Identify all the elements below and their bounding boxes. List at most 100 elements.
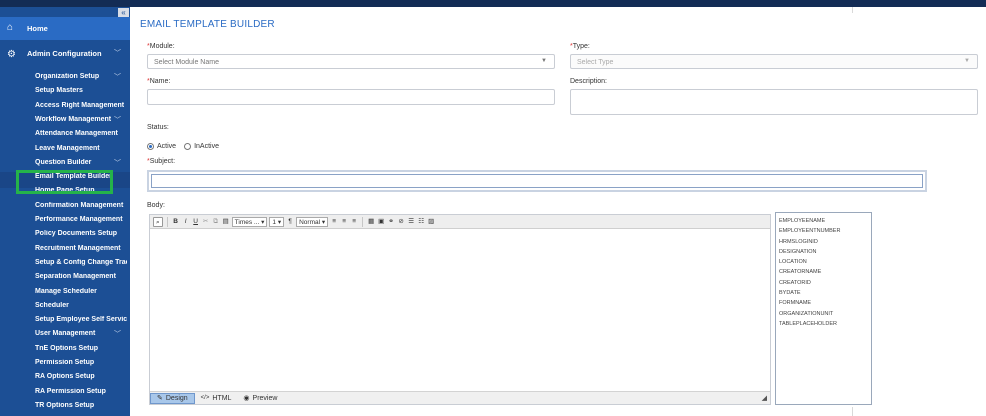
sidebar-subitem[interactable]: Separation Management xyxy=(35,273,127,280)
chevron-down-icon: ﹀ xyxy=(114,50,121,57)
chevron-down-icon: ﹀ xyxy=(114,116,121,124)
source-icon[interactable]: ⌕ xyxy=(153,216,163,227)
editor-mode-bar: ✎ Design </> HTML ◉ Preview ◢ xyxy=(150,391,770,404)
image-icon[interactable]: ▣ xyxy=(377,217,385,227)
align-left-icon[interactable]: ≡ xyxy=(330,217,338,227)
format-dropdown[interactable]: Normal ▾ xyxy=(296,216,329,227)
top-bar xyxy=(0,0,986,7)
eye-icon: ◉ xyxy=(243,395,250,402)
placeholder-item[interactable]: CREATORID xyxy=(779,278,868,288)
sidebar-item-home[interactable]: ⌂ Home xyxy=(0,17,130,40)
link-icon[interactable]: ⚭ xyxy=(387,217,395,227)
placeholder-item[interactable]: FORMNAME xyxy=(779,298,868,308)
picture-icon[interactable]: ▨ xyxy=(427,217,435,227)
toolbar-separator xyxy=(362,216,364,227)
placeholder-item[interactable]: EMPLOYEENTNUMBER xyxy=(779,226,868,236)
paste-icon[interactable]: ▤ xyxy=(222,217,230,227)
type-select[interactable]: Select Type ▼ xyxy=(570,54,978,69)
table-icon[interactable]: ▦ xyxy=(367,217,375,227)
italic-button[interactable]: I xyxy=(182,217,190,227)
status-radio-group: Active InActive xyxy=(147,143,219,150)
module-select[interactable]: Select Module Name ▼ xyxy=(147,54,555,69)
status-label: Status: xyxy=(147,124,169,131)
sidebar-subitem[interactable]: Attendance Management xyxy=(35,130,127,137)
description-textarea[interactable] xyxy=(570,89,978,115)
name-input[interactable] xyxy=(147,89,555,105)
gear-icon: ⚙ xyxy=(7,49,16,60)
subject-input-inner xyxy=(151,174,923,188)
status-active-label: Active xyxy=(157,143,177,150)
subject-label: *Subject: xyxy=(147,158,176,165)
subject-input[interactable] xyxy=(147,170,927,192)
sidebar-subitem[interactable]: Setup Employee Self Service xyxy=(35,316,127,323)
preview-mode-button[interactable]: ◉ Preview xyxy=(237,393,283,404)
resize-handle-icon[interactable]: ◢ xyxy=(762,394,767,402)
status-inactive-radio[interactable] xyxy=(184,143,192,150)
description-label: Description: xyxy=(570,78,607,85)
sidebar-subitem[interactable]: TnE Options Setup xyxy=(35,345,127,352)
name-label: *Name: xyxy=(147,78,171,85)
type-select-value: Select Type xyxy=(577,59,614,66)
sidebar-subitem[interactable]: Access Right Management xyxy=(35,102,127,109)
collapse-sidebar-button[interactable]: « xyxy=(118,8,129,17)
placeholder-item[interactable]: CREATORNAME xyxy=(779,267,868,277)
sidebar-subitem[interactable]: Manage Scheduler xyxy=(35,288,127,295)
html-mode-button[interactable]: </> HTML xyxy=(195,393,238,404)
code-icon: </> xyxy=(200,395,210,401)
sidebar-subitem[interactable]: Scheduler xyxy=(35,302,127,309)
placeholder-item[interactable]: TABLEPLACEHOLDER xyxy=(779,319,868,329)
placeholder-item[interactable]: BYDATE xyxy=(779,288,868,298)
sidebar-subitem[interactable]: Policy Documents Setup xyxy=(35,230,127,237)
sidebar-item-label: Home xyxy=(27,24,48,33)
page-title: EMAIL TEMPLATE BUILDER xyxy=(140,19,275,30)
cut-icon[interactable]: ✂ xyxy=(202,217,210,227)
sidebar-subitem[interactable]: TR Options Setup xyxy=(35,402,127,409)
font-size-dropdown[interactable]: 1 ▾ xyxy=(269,216,285,227)
rich-text-editor: ⌕ B I U ✂ ⧉ ▤ Times ... ▾ 1 ▾ ¶ Normal ▾… xyxy=(149,214,771,405)
font-family-dropdown[interactable]: Times ... ▾ xyxy=(231,216,268,227)
status-inactive-label: InActive xyxy=(194,143,219,150)
module-label: *Module: xyxy=(147,43,175,50)
placeholder-item[interactable]: ORGANIZATIONUNIT xyxy=(779,309,868,319)
sidebar-item-admin-configuration[interactable]: ⚙ Admin Configuration ﹀ xyxy=(0,44,130,62)
paragraph-icon[interactable]: ¶ xyxy=(286,217,294,227)
align-center-icon[interactable]: ≡ xyxy=(340,217,348,227)
underline-button[interactable]: U xyxy=(192,217,200,227)
placeholder-item[interactable]: HRMSLOGINID xyxy=(779,237,868,247)
home-icon: ⌂ xyxy=(7,22,14,33)
chevron-down-icon: ﹀ xyxy=(114,159,121,167)
sidebar-subitem[interactable]: Setup & Config Change Trac... xyxy=(35,259,127,266)
placeholder-item[interactable]: EMPLOYEENAME xyxy=(779,216,868,226)
pencil-icon: ✎ xyxy=(157,395,163,402)
design-mode-button[interactable]: ✎ Design xyxy=(150,392,195,404)
chevron-down-icon: ▼ xyxy=(964,58,970,64)
sidebar-subitem[interactable]: Setup Masters xyxy=(35,87,127,94)
unlink-icon[interactable]: ⊘ xyxy=(397,217,405,227)
column-divider xyxy=(852,407,853,416)
sidebar-subitem[interactable]: Performance Management xyxy=(35,216,127,223)
sidebar-item-label: Admin Configuration xyxy=(27,49,102,58)
align-right-icon[interactable]: ≡ xyxy=(350,217,358,227)
sidebar-subitem[interactable]: Leave Management xyxy=(35,145,127,152)
sidebar-subitem[interactable]: RA Permission Setup xyxy=(35,388,127,395)
sidebar-subitem[interactable]: Confirmation Management xyxy=(35,202,127,209)
chevron-down-icon: ▼ xyxy=(541,58,547,64)
body-label: Body: xyxy=(147,202,165,209)
editor-toolbar: ⌕ B I U ✂ ⧉ ▤ Times ... ▾ 1 ▾ ¶ Normal ▾… xyxy=(150,215,770,229)
sidebar: « ⌂ Home ⚙ Admin Configuration ﹀ Organiz… xyxy=(0,7,130,416)
toolbar-separator xyxy=(166,216,168,227)
column-divider xyxy=(852,7,853,13)
status-active-radio[interactable] xyxy=(147,143,154,150)
copy-icon[interactable]: ⧉ xyxy=(212,217,220,227)
sidebar-subitem[interactable]: RA Options Setup xyxy=(35,373,127,380)
sidebar-subitem[interactable]: Permission Setup xyxy=(35,359,127,366)
module-select-value: Select Module Name xyxy=(154,59,219,66)
sidebar-subitem[interactable]: Recruitment Management xyxy=(35,245,127,252)
chevron-down-icon: ﹀ xyxy=(114,331,121,339)
ordered-list-icon[interactable]: ☰ xyxy=(407,217,415,227)
placeholder-item[interactable]: DESIGNATION xyxy=(779,247,868,257)
placeholder-item[interactable]: LOCATION xyxy=(779,257,868,267)
placeholder-list: EMPLOYEENAME EMPLOYEENTNUMBER HRMSLOGINID D… xyxy=(775,212,872,405)
unordered-list-icon[interactable]: ☷ xyxy=(417,217,425,227)
bold-button[interactable]: B xyxy=(172,217,180,227)
